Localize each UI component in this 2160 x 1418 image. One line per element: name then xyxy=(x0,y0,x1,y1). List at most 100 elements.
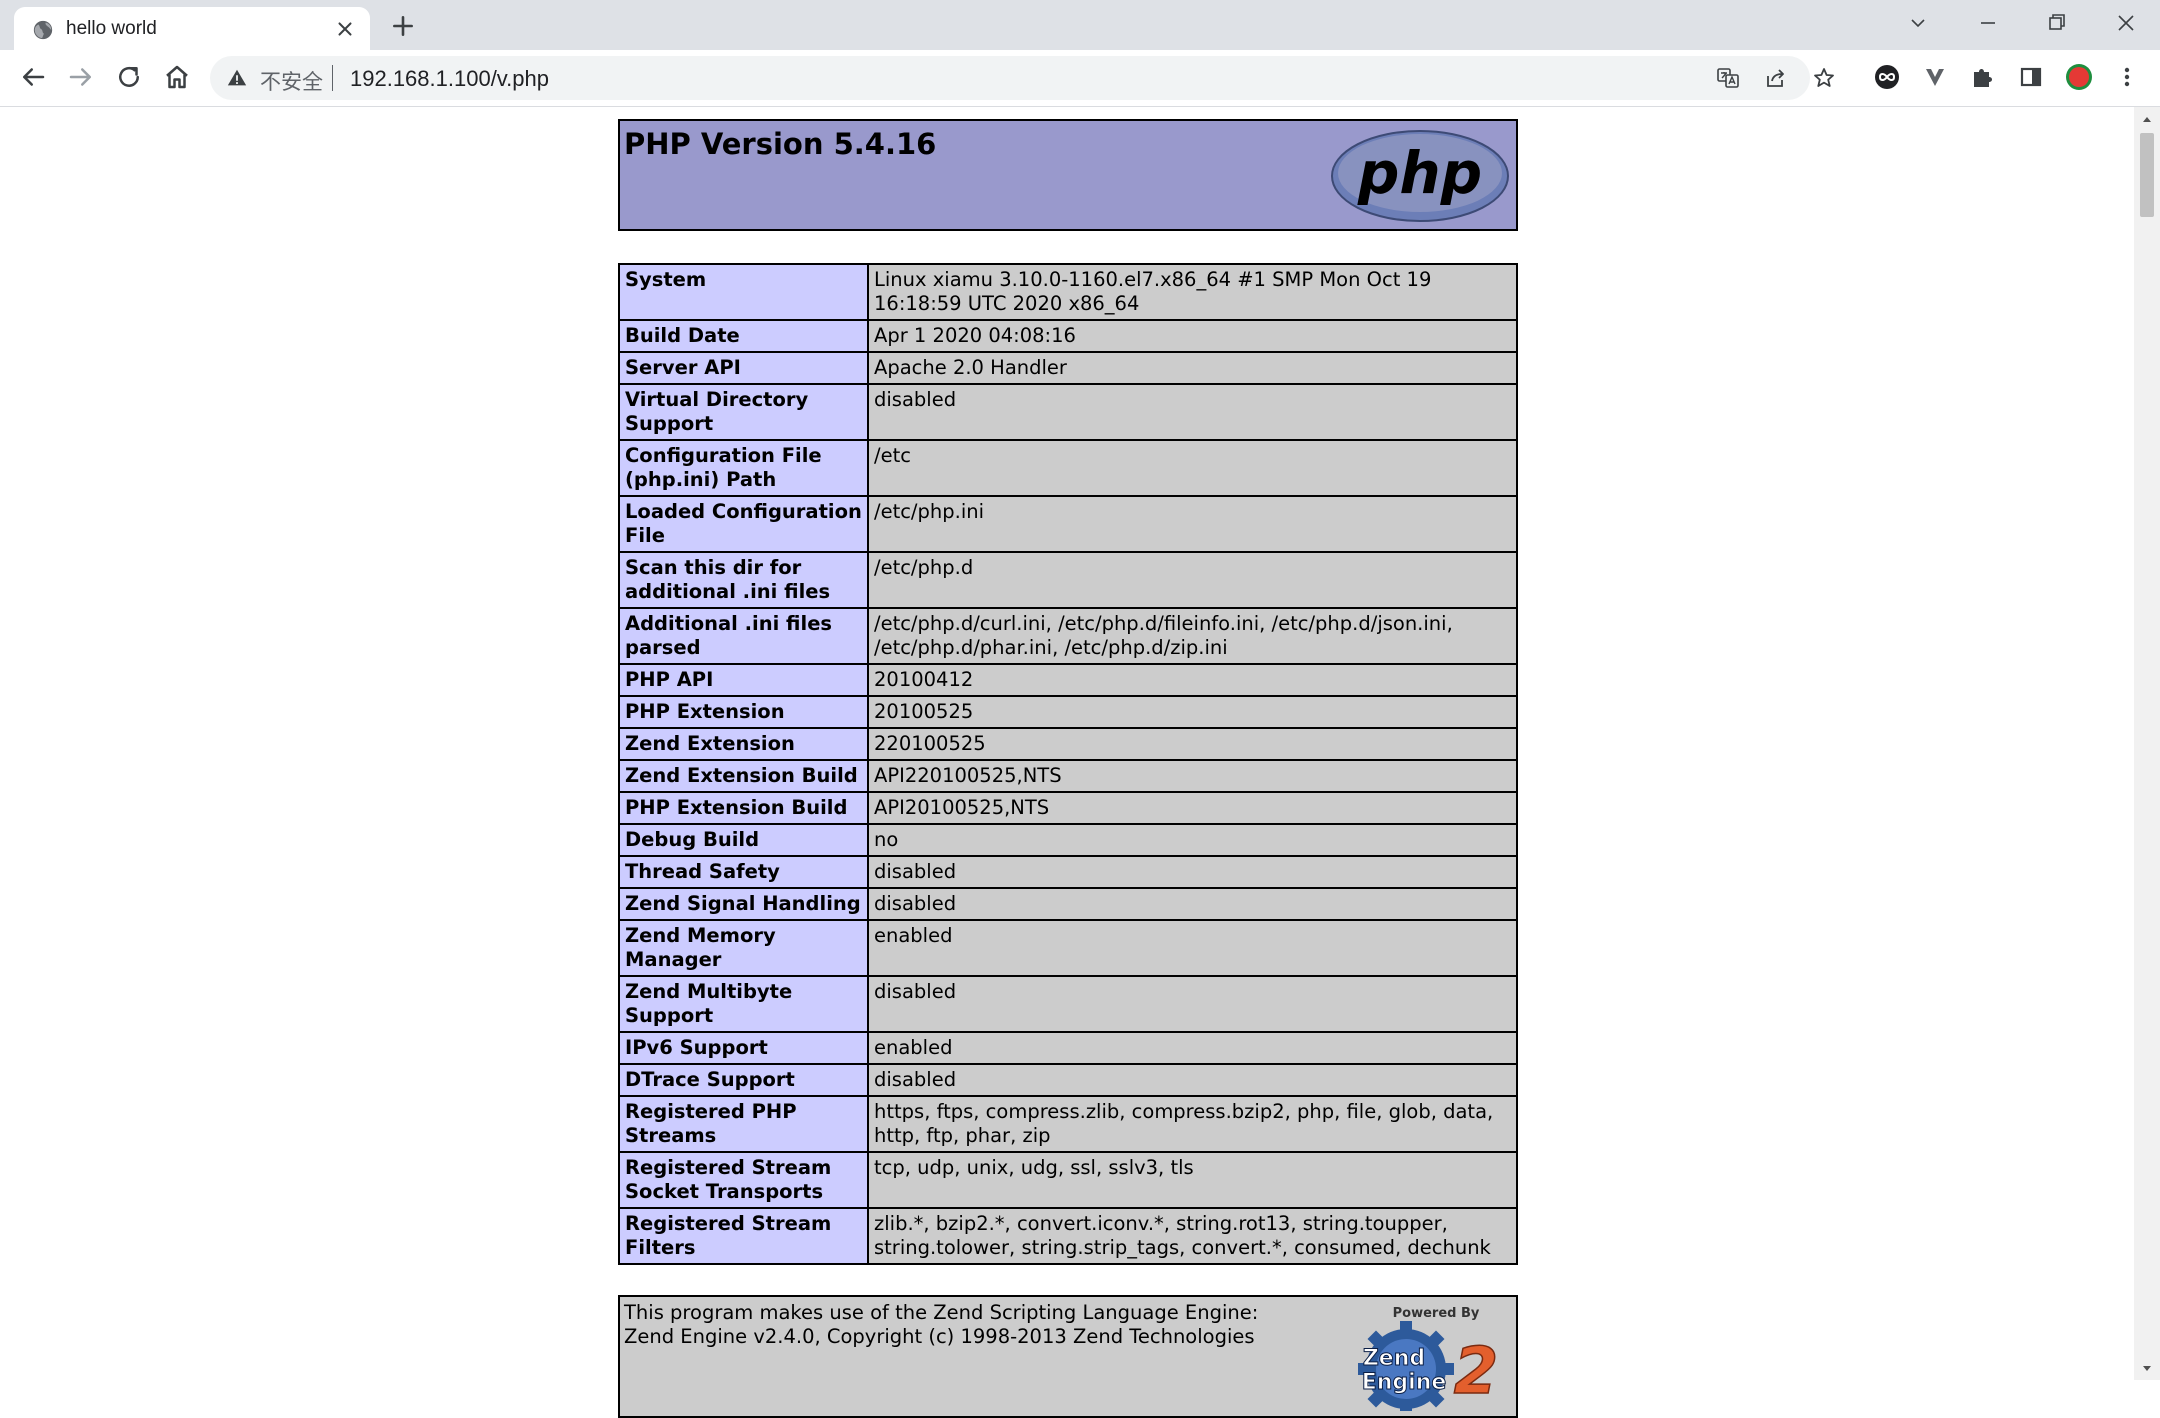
info-row: Registered Stream Filters zlib.*, bzip2.*… xyxy=(618,1207,1518,1265)
scroll-up-arrow-icon[interactable] xyxy=(2141,113,2153,125)
address-bar[interactable]: 不安全 192.168.1.100/v.php xyxy=(210,56,1834,100)
info-value: /etc/php.ini xyxy=(867,495,1518,553)
info-key: Loaded Configuration File xyxy=(618,495,869,553)
info-row: Zend Signal Handling disabled xyxy=(618,887,1518,921)
page-title: PHP Version 5.4.16 xyxy=(624,127,937,161)
plus-icon[interactable] xyxy=(390,13,416,39)
info-value: disabled xyxy=(867,855,1518,889)
info-key: Registered Stream Socket Transports xyxy=(618,1151,869,1209)
svg-text:Zend: Zend xyxy=(1363,1346,1425,1371)
info-row: Build Date Apr 1 2020 04:08:16 xyxy=(618,319,1518,353)
info-key: Zend Extension xyxy=(618,727,869,761)
scroll-thumb[interactable] xyxy=(2140,133,2154,217)
info-row: Virtual Directory Support disabled xyxy=(618,383,1518,441)
info-value: 20100412 xyxy=(867,663,1518,697)
info-row: DTrace Support disabled xyxy=(618,1063,1518,1097)
svg-text:php: php xyxy=(1357,139,1482,207)
info-value: disabled xyxy=(867,887,1518,921)
forward-arrow-icon[interactable] xyxy=(66,62,96,92)
back-arrow-icon[interactable] xyxy=(18,62,48,92)
warning-icon[interactable] xyxy=(226,67,248,89)
browser-toolbar: 不安全 192.168.1.100/v.php xyxy=(0,50,2160,107)
info-key: Registered PHP Streams xyxy=(618,1095,869,1153)
info-row: IPv6 Support enabled xyxy=(618,1031,1518,1065)
reload-icon[interactable] xyxy=(114,62,144,92)
info-row: Registered Stream Socket Transports tcp, … xyxy=(618,1151,1518,1209)
info-value: tcp, udp, unix, udg, ssl, sslv3, tls xyxy=(867,1151,1518,1209)
info-row: Debug Build no xyxy=(618,823,1518,857)
omnibox-separator xyxy=(332,65,333,91)
tab-active[interactable]: hello world xyxy=(14,7,370,50)
tab-strip: hello world xyxy=(0,0,2160,50)
info-value: disabled xyxy=(867,383,1518,441)
minimize-icon[interactable] xyxy=(1970,8,2006,38)
info-key: Additional .ini files parsed xyxy=(618,607,869,665)
info-value: /etc xyxy=(867,439,1518,497)
svg-text:Powered By: Powered By xyxy=(1393,1306,1480,1321)
phpinfo-header: PHP Version 5.4.16 php xyxy=(618,119,1518,231)
info-row: Zend Extension 220100525 xyxy=(618,727,1518,761)
window-close-icon[interactable] xyxy=(2108,8,2144,38)
info-value: no xyxy=(867,823,1518,857)
zend-footer: This program makes use of the Zend Scrip… xyxy=(618,1295,1518,1418)
info-key: PHP API xyxy=(618,663,869,697)
info-row: Registered PHP Streams https, ftps, compr… xyxy=(618,1095,1518,1153)
security-label[interactable]: 不安全 xyxy=(260,66,323,96)
page-scrollbar[interactable] xyxy=(2134,107,2160,1380)
info-key: Zend Signal Handling xyxy=(618,887,869,921)
info-key: Configuration File (php.ini) Path xyxy=(618,439,869,497)
globe-icon xyxy=(33,20,53,40)
phpinfo-page: PHP Version 5.4.16 php System Linux xiamu… xyxy=(618,119,1518,1418)
info-key: Scan this dir for additional .ini files xyxy=(618,551,869,609)
url-text[interactable]: 192.168.1.100/v.php xyxy=(350,66,549,92)
info-key: Registered Stream Filters xyxy=(618,1207,869,1265)
close-icon[interactable] xyxy=(334,18,356,40)
info-row: Loaded Configuration File/etc/php.ini xyxy=(618,495,1518,553)
info-key: Build Date xyxy=(618,319,869,353)
side-panel-icon[interactable] xyxy=(2016,62,2046,92)
share-icon[interactable] xyxy=(1764,66,1788,90)
php-logo[interactable]: php xyxy=(1330,129,1510,223)
info-row: System Linux xiamu 3.10.0-1160.el7.x86_64… xyxy=(618,263,1518,321)
info-key: System xyxy=(618,263,869,321)
kebab-menu-icon[interactable] xyxy=(2112,62,2142,92)
info-value: 220100525 xyxy=(867,727,1518,761)
info-value: API220100525,NTS xyxy=(867,759,1518,793)
info-key: Thread Safety xyxy=(618,855,869,889)
info-row: PHP Extension Build API20100525,NTS xyxy=(618,791,1518,825)
info-row: Zend Multibyte Support disabled xyxy=(618,975,1518,1033)
info-row: Additional .ini files parsed/etc/php.d/c… xyxy=(618,607,1518,665)
star-icon[interactable] xyxy=(1812,66,1836,90)
chevron-down-icon[interactable] xyxy=(1900,8,1936,38)
info-value: https, ftps, compress.zlib, compress.bzi… xyxy=(867,1095,1518,1153)
info-row: PHP API 20100412 xyxy=(618,663,1518,697)
info-row: Scan this dir for additional .ini files /… xyxy=(618,551,1518,609)
info-value: enabled xyxy=(867,1031,1518,1065)
info-value: /etc/php.d xyxy=(867,551,1518,609)
extension-infinity-icon[interactable] xyxy=(1872,62,1902,92)
info-key: PHP Extension xyxy=(618,695,869,729)
restore-icon[interactable] xyxy=(2038,8,2074,38)
info-value: 20100525 xyxy=(867,695,1518,729)
info-key: Zend Multibyte Support xyxy=(618,975,869,1033)
zend-footer-text: This program makes use of the Zend Scrip… xyxy=(624,1301,1258,1349)
info-table: System Linux xiamu 3.10.0-1160.el7.x86_64… xyxy=(618,263,1518,1265)
info-value: zlib.*, bzip2.*, convert.iconv.*, string… xyxy=(867,1207,1518,1265)
extension-v-icon[interactable] xyxy=(1920,62,1950,92)
puzzle-icon[interactable] xyxy=(1968,62,1998,92)
tab-title: hello world xyxy=(66,18,157,39)
info-value: enabled xyxy=(867,919,1518,977)
zend-footer-line1: This program makes use of the Zend Scrip… xyxy=(624,1301,1259,1324)
profile-avatar-icon[interactable] xyxy=(2064,62,2094,92)
info-value: disabled xyxy=(867,1063,1518,1097)
info-row: Zend Memory Manager enabled xyxy=(618,919,1518,977)
scroll-down-arrow-icon[interactable] xyxy=(2141,1363,2153,1375)
info-row: PHP Extension 20100525 xyxy=(618,695,1518,729)
zend-engine-logo[interactable]: Powered By Zend Engine 2 xyxy=(1336,1301,1510,1411)
info-row: Configuration File (php.ini) Path/etc xyxy=(618,439,1518,497)
svg-text:Engine: Engine xyxy=(1362,1370,1447,1395)
info-key: Debug Build xyxy=(618,823,869,857)
zend-footer-line2: Zend Engine v2.4.0, Copyright (c) 1998-2… xyxy=(624,1325,1255,1348)
translate-icon[interactable] xyxy=(1716,66,1740,90)
home-icon[interactable] xyxy=(162,62,192,92)
